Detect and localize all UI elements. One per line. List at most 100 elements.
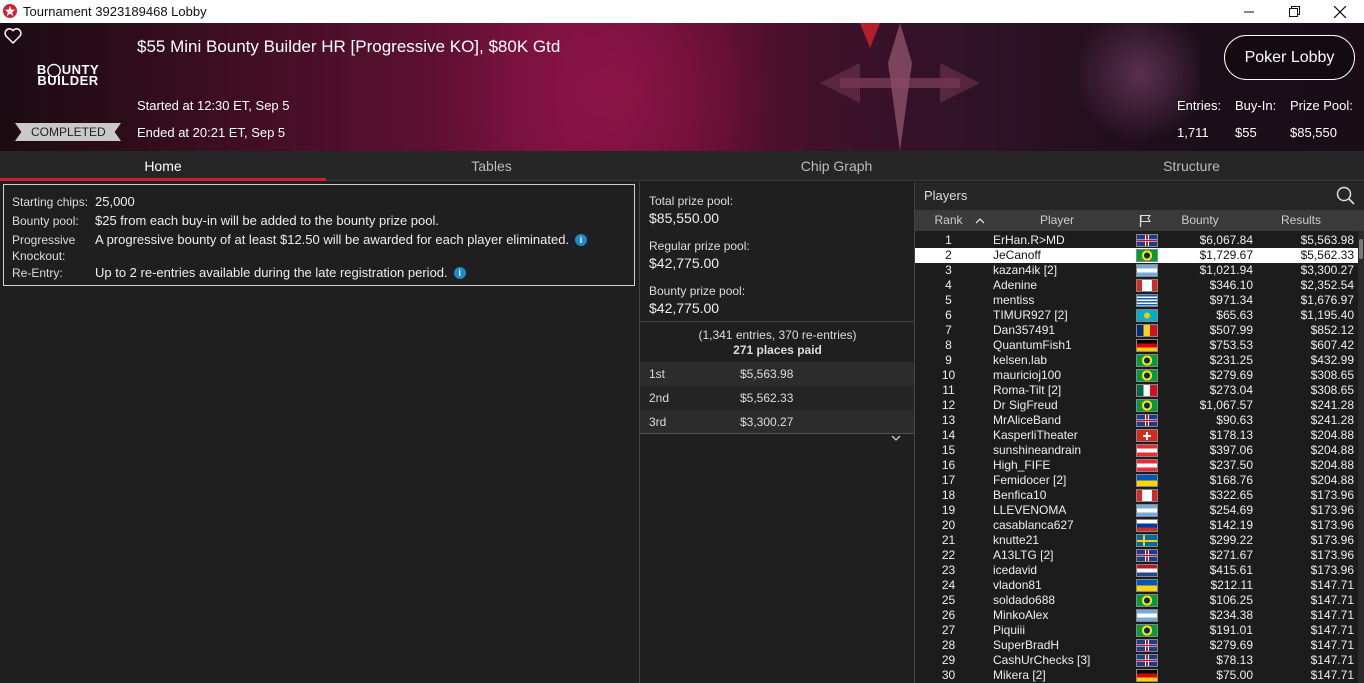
player-row[interactable]: 25 soldado688 $106.25 $147.71 (915, 593, 1358, 608)
player-result: $3,300.27 (1300, 263, 1354, 277)
player-row[interactable]: 16 High_FIFE $237.50 $204.88 (915, 458, 1358, 473)
column-bounty[interactable]: Bounty (1155, 210, 1245, 231)
reentry-text: Up to 2 re-entries available during the … (95, 265, 448, 280)
player-rank: 19 (941, 503, 956, 517)
player-row[interactable]: 10 mauricioj100 $279.69 $308.65 (915, 368, 1358, 383)
player-row[interactable]: 21 knutte21 $299.22 $173.96 (915, 533, 1358, 548)
column-rank[interactable]: Rank (915, 210, 982, 231)
player-result: $204.88 (1310, 428, 1354, 442)
player-bounty: $1,729.67 (1199, 248, 1253, 262)
player-name: Mikera [2] (993, 668, 1046, 682)
chevron-down-icon[interactable] (891, 435, 901, 441)
player-row[interactable]: 7 Dan357491 $507.99 $852.12 (915, 323, 1358, 338)
player-row[interactable]: 22 A13LTG [2] $271.67 $173.96 (915, 548, 1358, 563)
player-row[interactable]: 24 vladon81 $212.11 $147.71 (915, 578, 1358, 593)
payout-amount: $3,300.27 (740, 415, 794, 429)
player-result: $204.88 (1310, 473, 1354, 487)
players-panel: Players Rank Player Bounty Results 1 ErHa… (914, 182, 1364, 683)
player-row[interactable]: 8 QuantumFish1 $753.53 $607.42 (915, 338, 1358, 353)
total-prize-label: Total prize pool: (649, 194, 734, 208)
player-result: $1,195.40 (1300, 308, 1354, 322)
player-rank: 28 (941, 638, 956, 652)
tab-home[interactable]: Home (0, 151, 326, 181)
player-name: A13LTG [2] (993, 548, 1054, 562)
player-row[interactable]: 20 casablanca627 $142.19 $173.96 (915, 518, 1358, 533)
maximize-button[interactable] (1271, 0, 1317, 23)
player-bounty: $279.69 (1209, 638, 1253, 652)
info-icon[interactable]: i (575, 234, 588, 246)
progressive-ko-label-line: Progressive (12, 233, 76, 247)
player-bounty: $90.63 (1216, 413, 1253, 427)
player-row[interactable]: 14 KasperliTheater $178.13 $204.88 (915, 428, 1358, 443)
player-row[interactable]: 3 kazan4ik [2] $1,021.94 $3,300.27 (915, 263, 1358, 278)
player-bounty: $397.06 (1209, 443, 1253, 457)
player-row[interactable]: 30 Mikera [2] $75.00 $147.71 (915, 668, 1358, 683)
progressive-ko-text: A progressive bounty of at least $12.50 … (95, 232, 570, 247)
player-row[interactable]: 17 Femidocer [2] $168.76 $204.88 (915, 473, 1358, 488)
bounty-prize-value: $42,775.00 (649, 300, 720, 316)
minimize-button[interactable] (1226, 0, 1272, 23)
player-name: mentiss (993, 293, 1035, 307)
player-result: $852.12 (1310, 323, 1354, 337)
player-row[interactable]: 9 kelsen.lab $231.25 $432.99 (915, 353, 1358, 368)
player-rank: 22 (941, 548, 956, 562)
tab-chip-graph[interactable]: Chip Graph (675, 151, 998, 181)
column-player[interactable]: Player (993, 210, 1121, 231)
tab-tables[interactable]: Tables (330, 151, 653, 181)
progressive-ko-label-line: Knockout: (12, 249, 66, 263)
progressive-ko-value: A progressive bounty of at least $12.50 … (95, 232, 588, 247)
player-row[interactable]: 28 SuperBradH $279.69 $147.71 (915, 638, 1358, 653)
start-time: Started at 12:30 ET, Sep 5 (137, 98, 290, 113)
info-icon[interactable]: i (453, 267, 466, 279)
player-name: Dan357491 (993, 323, 1056, 337)
player-name: CashUrChecks [3] (993, 653, 1091, 667)
player-rank: 15 (941, 443, 956, 457)
player-result: $147.71 (1310, 653, 1354, 667)
player-name: Piquiii (993, 623, 1026, 637)
player-name: MinkoAlex (993, 608, 1049, 622)
search-icon[interactable] (1336, 186, 1356, 206)
scrollbar-thumb[interactable] (1359, 239, 1363, 259)
player-row[interactable]: 12 Dr SigFreud $1,067.57 $241.28 (915, 398, 1358, 413)
player-result: $2,352.54 (1300, 278, 1354, 292)
player-name: ErHan.R>MD (993, 233, 1065, 247)
payout-amount: $5,562.33 (740, 391, 794, 405)
player-rank: 30 (941, 668, 956, 682)
player-row[interactable]: 13 MrAliceBand $90.63 $241.28 (915, 413, 1358, 428)
player-row[interactable]: 2 JeCanoff $1,729.67 $5,562.33 (915, 248, 1358, 263)
tab-structure[interactable]: Structure (1030, 151, 1353, 181)
payout-amount: $5,563.98 (740, 367, 794, 381)
player-rank: 3 (945, 263, 952, 277)
player-row[interactable]: 26 MinkoAlex $234.38 $147.71 (915, 608, 1358, 623)
player-bounty: $234.38 (1209, 608, 1253, 622)
player-bounty: $191.01 (1209, 623, 1253, 637)
player-row[interactable]: 4 Adenine $346.10 $2,352.54 (915, 278, 1358, 293)
player-row[interactable]: 11 Roma-Tilt [2] $273.04 $308.65 (915, 383, 1358, 398)
player-row[interactable]: 18 Benfica10 $322.65 $173.96 (915, 488, 1358, 503)
player-row[interactable]: 5 mentiss $971.34 $1,676.97 (915, 293, 1358, 308)
bounty-pool-label: Bounty pool: (12, 214, 79, 228)
players-scrollbar[interactable] (1358, 231, 1364, 683)
player-bounty: $254.69 (1209, 503, 1253, 517)
poker-lobby-button[interactable]: Poker Lobby (1224, 35, 1355, 80)
column-results[interactable]: Results (1245, 210, 1357, 231)
player-rank: 5 (945, 293, 952, 307)
player-row[interactable]: 6 TIMUR927 [2] $65.63 $1,195.40 (915, 308, 1358, 323)
flag-icon[interactable] (1139, 214, 1151, 227)
player-bounty: $273.04 (1209, 383, 1253, 397)
player-row[interactable]: 15 sunshineandrain $397.06 $204.88 (915, 443, 1358, 458)
player-name: TIMUR927 [2] (993, 308, 1068, 322)
reentry-value: Up to 2 re-entries available during the … (95, 265, 466, 280)
close-button[interactable] (1317, 0, 1363, 23)
player-row[interactable]: 29 CashUrChecks [3] $78.13 $147.71 (915, 653, 1358, 668)
player-result: $204.88 (1310, 443, 1354, 457)
player-row[interactable]: 27 Piquiii $191.01 $147.71 (915, 623, 1358, 638)
player-rank: 25 (941, 593, 956, 607)
player-rank: 1 (945, 233, 952, 247)
player-rank: 24 (941, 578, 956, 592)
favorite-heart-icon[interactable] (4, 27, 22, 45)
player-row[interactable]: 1 ErHan.R>MD $6,067.84 $5,563.98 (915, 233, 1358, 248)
player-row[interactable]: 23 icedavid $415.61 $173.96 (915, 563, 1358, 578)
window-title: Tournament 3923189468 Lobby (23, 4, 207, 19)
player-row[interactable]: 19 LLEVENOMA $254.69 $173.96 (915, 503, 1358, 518)
